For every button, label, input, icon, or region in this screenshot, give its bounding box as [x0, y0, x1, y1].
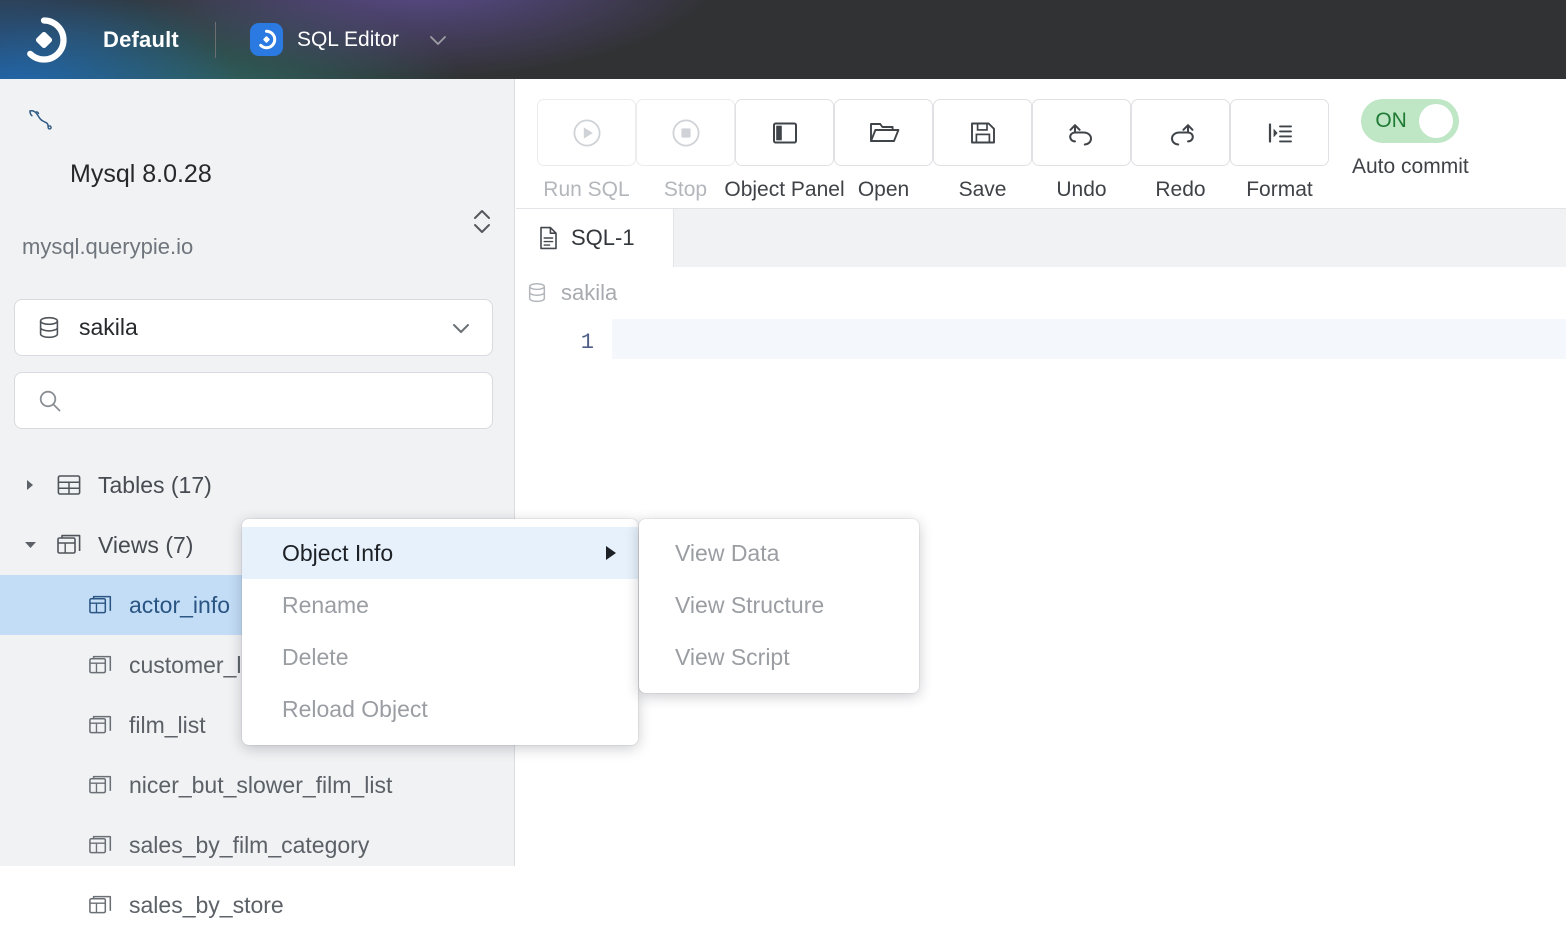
- tree-item-label: sales_by_store: [129, 892, 284, 919]
- auto-commit-label: Auto commit: [1352, 155, 1469, 179]
- chevron-up-down-icon[interactable]: [470, 204, 494, 238]
- active-line-highlight: [612, 319, 1566, 359]
- view-icon: [88, 833, 113, 858]
- database-icon: [526, 281, 548, 305]
- submenu-item-view-structure[interactable]: View Structure: [639, 579, 919, 631]
- connection-header[interactable]: Mysql 8.0.28 mysql.querypie.io: [0, 79, 514, 179]
- tree-item-sales-by-store[interactable]: sales_by_store: [0, 875, 514, 935]
- context-menu-item-label: Reload Object: [282, 696, 428, 723]
- views-stack-icon: [56, 532, 82, 558]
- open-label: Open: [858, 178, 909, 202]
- object-panel-button[interactable]: Object Panel: [735, 99, 834, 202]
- editor-toolbar: Run SQL Stop Object Panel: [516, 79, 1566, 209]
- database-select[interactable]: sakila: [14, 299, 493, 356]
- view-icon: [88, 653, 113, 678]
- auto-commit-toggle[interactable]: ON: [1361, 99, 1459, 143]
- context-menu-item-label: Object Info: [282, 540, 393, 567]
- view-icon: [88, 713, 113, 738]
- triangle-right-icon: [606, 546, 616, 560]
- tree-item-label: actor_info: [129, 592, 230, 619]
- app-header: Default SQL Editor: [0, 0, 1566, 79]
- context-menu-item-rename[interactable]: Rename: [242, 579, 638, 631]
- connection-host: mysql.querypie.io: [22, 234, 193, 260]
- connection-title: Mysql 8.0.28: [70, 160, 212, 189]
- floppy-save-icon: [933, 99, 1032, 166]
- context-menu-item-label: Delete: [282, 644, 348, 671]
- play-circle-icon: [537, 99, 636, 166]
- submenu-item-view-script[interactable]: View Script: [639, 631, 919, 683]
- redo-arrow-icon: [1131, 99, 1230, 166]
- view-icon: [88, 593, 113, 618]
- context-menu-item-label: Rename: [282, 592, 369, 619]
- tab-label: SQL-1: [571, 225, 635, 251]
- tree-search[interactable]: [14, 372, 493, 429]
- tree-group-label: Views (7): [98, 532, 193, 559]
- context-menu-item-delete[interactable]: Delete: [242, 631, 638, 683]
- view-icon: [88, 893, 113, 918]
- tree-group-tables[interactable]: Tables (17): [0, 455, 514, 515]
- chevron-down-icon[interactable]: [427, 29, 449, 51]
- editor-tabstrip: SQL-1: [516, 209, 1566, 267]
- workspace-name: Default: [103, 27, 179, 53]
- run-sql-label: Run SQL: [543, 178, 629, 202]
- open-button[interactable]: Open: [834, 99, 933, 202]
- stop-button[interactable]: Stop: [636, 99, 735, 202]
- context-menu-item-object-info[interactable]: Object Info: [242, 527, 638, 579]
- line-number: 1: [516, 319, 612, 365]
- view-icon: [88, 773, 113, 798]
- undo-arrow-icon: [1032, 99, 1131, 166]
- stop-circle-icon: [636, 99, 735, 166]
- triangle-right-icon[interactable]: [22, 477, 38, 493]
- stop-label: Stop: [664, 178, 707, 202]
- context-menu-item-reload-object[interactable]: Reload Object: [242, 683, 638, 735]
- tree-item-label: film_list: [129, 712, 206, 739]
- querypie-app-icon[interactable]: [250, 23, 283, 56]
- tree-item-label: nicer_but_slower_film_list: [129, 772, 392, 799]
- redo-button[interactable]: Redo: [1131, 99, 1230, 202]
- editor-database-context[interactable]: sakila: [516, 267, 1566, 319]
- format-label: Format: [1246, 178, 1313, 202]
- save-label: Save: [959, 178, 1007, 202]
- app-name: SQL Editor: [297, 28, 399, 52]
- undo-label: Undo: [1056, 178, 1106, 202]
- submenu-item-view-data[interactable]: View Data: [639, 527, 919, 579]
- format-button[interactable]: Format: [1230, 99, 1329, 202]
- panel-left-icon: [735, 99, 834, 166]
- run-sql-button[interactable]: Run SQL: [537, 99, 636, 202]
- tab-sql-1[interactable]: SQL-1: [516, 209, 674, 267]
- editor-database-label: sakila: [561, 280, 617, 306]
- folder-open-icon: [834, 99, 933, 166]
- search-icon: [37, 388, 63, 414]
- submenu-item-label: View Script: [675, 644, 790, 671]
- database-sidebar: Mysql 8.0.28 mysql.querypie.io sakila: [0, 79, 515, 866]
- object-panel-label: Object Panel: [724, 178, 844, 202]
- submenu-item-label: View Data: [675, 540, 779, 567]
- document-icon: [538, 226, 559, 250]
- tree-item-nicer-but-slower-film-list[interactable]: nicer_but_slower_film_list: [0, 755, 514, 815]
- chevron-down-icon[interactable]: [450, 317, 472, 339]
- querypie-logo-icon[interactable]: [21, 17, 67, 63]
- mysql-dolphin-icon: [28, 107, 58, 133]
- tree-group-label: Tables (17): [98, 472, 212, 499]
- auto-commit-control[interactable]: ON Auto commit: [1352, 99, 1469, 179]
- tree-item-label: sales_by_film_category: [129, 832, 369, 859]
- save-button[interactable]: Save: [933, 99, 1032, 202]
- editor-pane: Run SQL Stop Object Panel: [516, 79, 1566, 866]
- tree-item-sales-by-film-category[interactable]: sales_by_film_category: [0, 815, 514, 875]
- database-select-value: sakila: [79, 314, 138, 341]
- context-submenu: View Data View Structure View Script: [639, 519, 919, 693]
- submenu-item-label: View Structure: [675, 592, 824, 619]
- redo-label: Redo: [1155, 178, 1205, 202]
- header-divider: [215, 22, 216, 58]
- format-indent-icon: [1230, 99, 1329, 166]
- toggle-knob: [1419, 104, 1453, 138]
- table-grid-icon: [56, 472, 82, 498]
- context-menu: Object Info Rename Delete Reload Object: [242, 519, 638, 745]
- auto-commit-state: ON: [1375, 109, 1407, 133]
- database-icon: [37, 315, 61, 341]
- search-input[interactable]: [75, 389, 455, 413]
- undo-button[interactable]: Undo: [1032, 99, 1131, 202]
- triangle-down-icon[interactable]: [22, 537, 38, 553]
